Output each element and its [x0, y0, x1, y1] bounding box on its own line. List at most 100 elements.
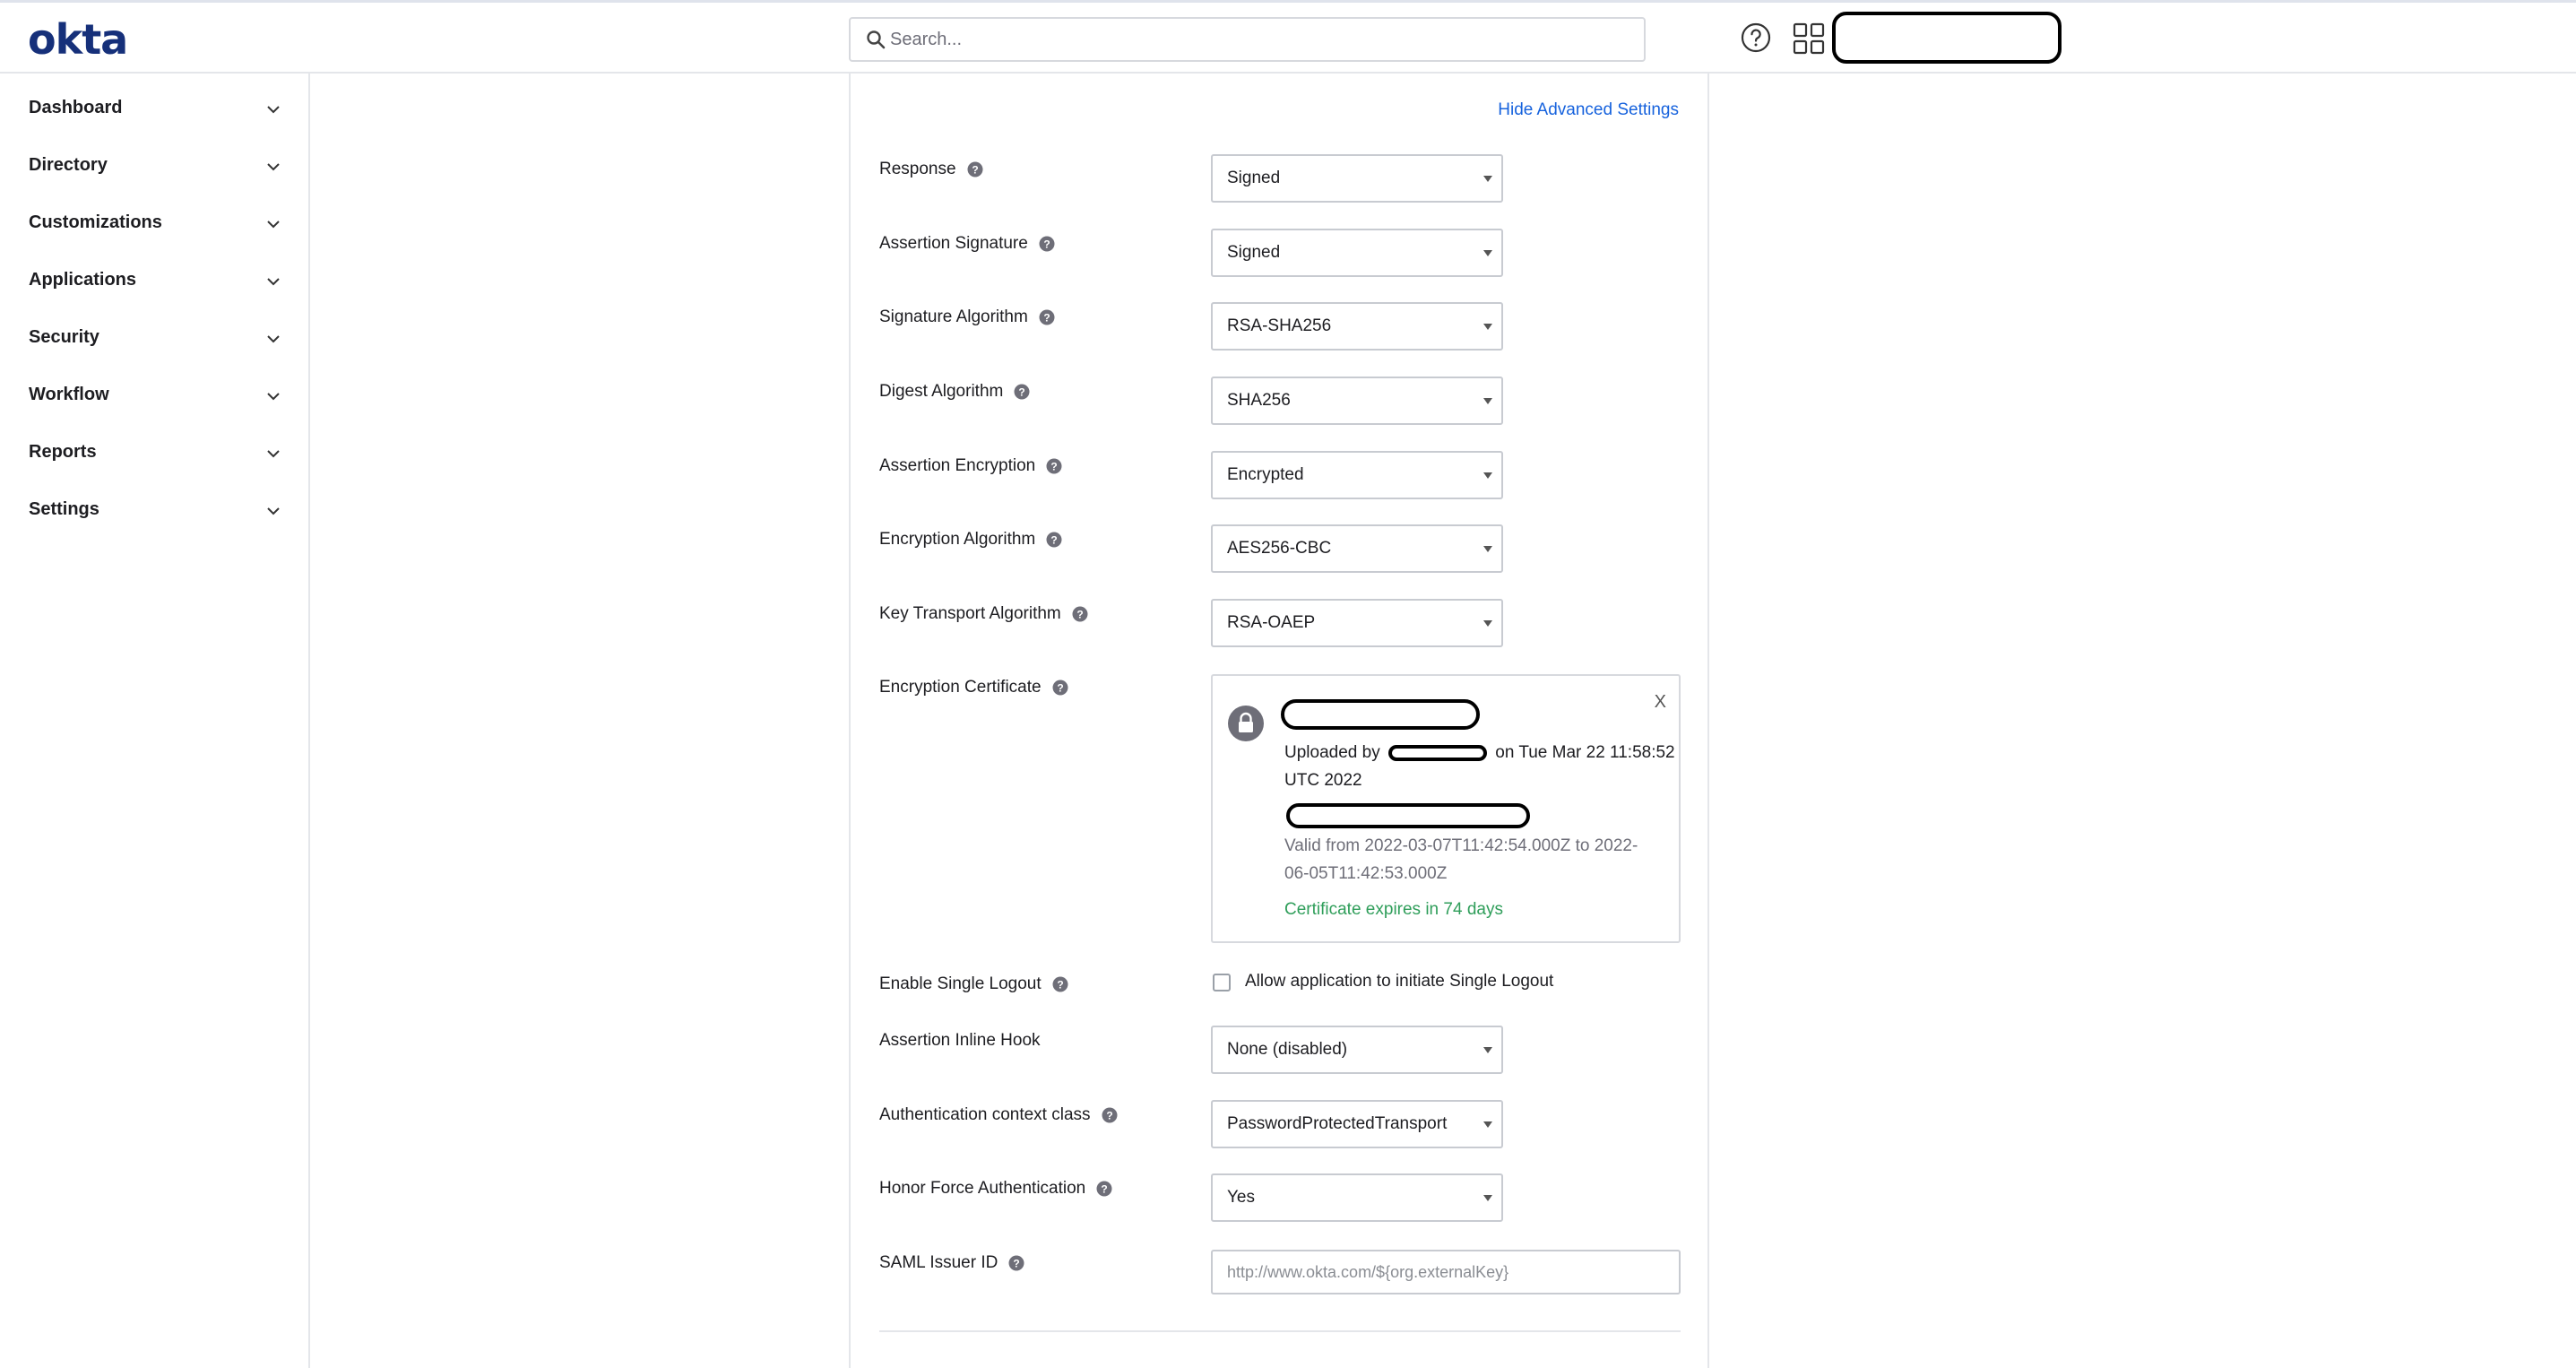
dropdown-arrow-icon [1483, 398, 1492, 404]
question-mark-icon[interactable]: ? [1046, 458, 1062, 474]
signature-algorithm-select-value: RSA-SHA256 [1227, 316, 1332, 335]
dropdown-arrow-icon [1483, 472, 1492, 479]
svg-text:?: ? [1043, 238, 1050, 251]
question-mark-icon[interactable]: ? [1096, 1181, 1112, 1197]
question-mark-icon[interactable]: ? [1072, 606, 1088, 622]
remove-certificate-button[interactable]: X [1655, 692, 1666, 713]
saml-advanced-settings-panel: Hide Advanced Settings Response ? Signed… [849, 74, 1709, 1368]
dropdown-arrow-icon [1483, 324, 1492, 330]
digest-algorithm-select[interactable]: SHA256 [1211, 377, 1503, 425]
enable-single-logout-label-text: Enable Single Logout [879, 974, 1042, 993]
response-select[interactable]: Signed [1211, 154, 1503, 203]
signature-algorithm-label-text: Signature Algorithm [879, 307, 1028, 326]
svg-text:?: ? [1051, 461, 1058, 473]
certificate-uploaded-line: Uploaded by on Tue Mar 22 11:58:52 [1284, 739, 1675, 766]
question-mark-icon[interactable]: ? [1008, 1255, 1024, 1271]
lock-icon [1228, 706, 1264, 741]
question-mark-icon[interactable]: ? [1014, 384, 1030, 400]
dropdown-arrow-icon [1483, 546, 1492, 552]
uploaded-by-prefix: Uploaded by [1284, 743, 1380, 762]
auth-context-class-label: Authentication context class ? [879, 1105, 1118, 1125]
assertion-inline-hook-label-text: Assertion Inline Hook [879, 1031, 1041, 1050]
question-mark-icon[interactable]: ? [1039, 309, 1055, 325]
search-box[interactable] [849, 17, 1646, 62]
single-logout-checkbox-label[interactable]: Allow application to initiate Single Log… [1245, 972, 1553, 991]
assertion-signature-select[interactable]: Signed [1211, 229, 1503, 277]
assertion-inline-hook-select[interactable]: None (disabled) [1211, 1026, 1503, 1074]
sidebar-item-label: Reports [29, 442, 97, 462]
assertion-encryption-select[interactable]: Encrypted [1211, 451, 1503, 499]
saml-issuer-id-label-text: SAML Issuer ID [879, 1253, 998, 1272]
auth-context-class-select-value: PasswordProtectedTransport [1227, 1114, 1448, 1133]
sidebar-item-workflow[interactable]: Workflow [0, 374, 308, 417]
response-label-text: Response [879, 160, 956, 178]
key-transport-algorithm-select[interactable]: RSA-OAEP [1211, 599, 1503, 647]
encryption-algorithm-label: Encryption Algorithm ? [879, 530, 1062, 550]
svg-text:?: ? [1043, 312, 1050, 325]
question-mark-icon[interactable]: ? [1052, 680, 1068, 696]
grid-apps-icon[interactable] [1793, 22, 1825, 55]
chevron-down-icon [267, 507, 280, 515]
svg-text:?: ? [1106, 1110, 1112, 1122]
dropdown-arrow-icon [1483, 1047, 1492, 1053]
sidebar-item-settings[interactable]: Settings [0, 489, 308, 532]
saml-issuer-id-input[interactable] [1211, 1250, 1681, 1294]
sidebar-item-label: Customizations [29, 212, 162, 232]
encryption-certificate-label: Encryption Certificate ? [879, 678, 1068, 697]
certificate-name-redacted [1281, 699, 1480, 730]
search-input[interactable] [890, 19, 1625, 60]
sidebar-item-customizations[interactable]: Customizations [0, 202, 308, 245]
sidebar-item-label: Applications [29, 270, 137, 290]
sidebar-item-directory[interactable]: Directory [0, 144, 308, 187]
certificate-expires-text: Certificate expires in 74 days [1284, 900, 1503, 919]
question-mark-icon[interactable]: ? [1052, 976, 1068, 992]
uploaded-tz-text: UTC 2022 [1284, 771, 1362, 790]
svg-text:?: ? [1051, 534, 1058, 547]
assertion-signature-select-value: Signed [1227, 243, 1281, 262]
uploader-name-redacted [1387, 744, 1487, 761]
question-mark-icon[interactable]: ? [1039, 236, 1055, 252]
svg-text:?: ? [972, 164, 978, 177]
user-menu-redacted[interactable] [1832, 12, 2062, 64]
single-logout-checkbox[interactable] [1213, 974, 1231, 991]
encryption-certificate-card: X Uploaded by on Tue Mar 22 11:58:52 UTC… [1211, 674, 1681, 943]
sidebar-item-applications[interactable]: Applications [0, 259, 308, 302]
top-bar: okta [0, 0, 2576, 74]
response-label: Response ? [879, 160, 983, 179]
honor-force-auth-label: Honor Force Authentication ? [879, 1179, 1112, 1199]
hide-advanced-settings-link[interactable]: Hide Advanced Settings [1498, 100, 1679, 120]
question-mark-icon[interactable]: ? [1102, 1107, 1118, 1123]
svg-text:?: ? [1102, 1183, 1108, 1196]
assertion-signature-label: Assertion Signature ? [879, 234, 1055, 254]
certificate-valid-line-1: Valid from 2022-03-07T11:42:54.000Z to 2… [1284, 836, 1638, 855]
encryption-certificate-label-text: Encryption Certificate [879, 678, 1042, 697]
dropdown-arrow-icon [1483, 1121, 1492, 1128]
honor-force-auth-select[interactable]: Yes [1211, 1173, 1503, 1222]
encryption-algorithm-select[interactable]: AES256-CBC [1211, 524, 1503, 573]
dropdown-arrow-icon [1483, 176, 1492, 182]
assertion-signature-label-text: Assertion Signature [879, 234, 1028, 253]
key-transport-algorithm-label-text: Key Transport Algorithm [879, 604, 1061, 623]
help-circle-icon[interactable] [1741, 22, 1771, 53]
svg-text:?: ? [1076, 609, 1083, 621]
chevron-down-icon [267, 163, 280, 171]
sidebar-item-dashboard[interactable]: Dashboard [0, 87, 308, 130]
digest-algorithm-label-text: Digest Algorithm [879, 382, 1004, 401]
question-mark-icon[interactable]: ? [1046, 532, 1062, 548]
svg-text:?: ? [1014, 1258, 1020, 1270]
auth-context-class-label-text: Authentication context class [879, 1105, 1091, 1124]
chevron-down-icon [267, 450, 280, 458]
okta-logo[interactable]: okta [28, 15, 128, 64]
sidebar-item-security[interactable]: Security [0, 316, 308, 359]
question-mark-icon[interactable]: ? [967, 161, 983, 177]
auth-context-class-select[interactable]: PasswordProtectedTransport [1211, 1100, 1503, 1148]
honor-force-auth-label-text: Honor Force Authentication [879, 1179, 1086, 1198]
sidebar-item-label: Settings [29, 499, 99, 519]
enable-single-logout-label: Enable Single Logout ? [879, 974, 1068, 994]
sidebar-item-label: Workflow [29, 385, 109, 404]
signature-algorithm-select[interactable]: RSA-SHA256 [1211, 302, 1503, 351]
assertion-encryption-label-text: Assertion Encryption [879, 456, 1036, 475]
assertion-encryption-select-value: Encrypted [1227, 465, 1304, 484]
sidebar-item-label: Directory [29, 155, 108, 175]
sidebar-item-reports[interactable]: Reports [0, 431, 308, 474]
